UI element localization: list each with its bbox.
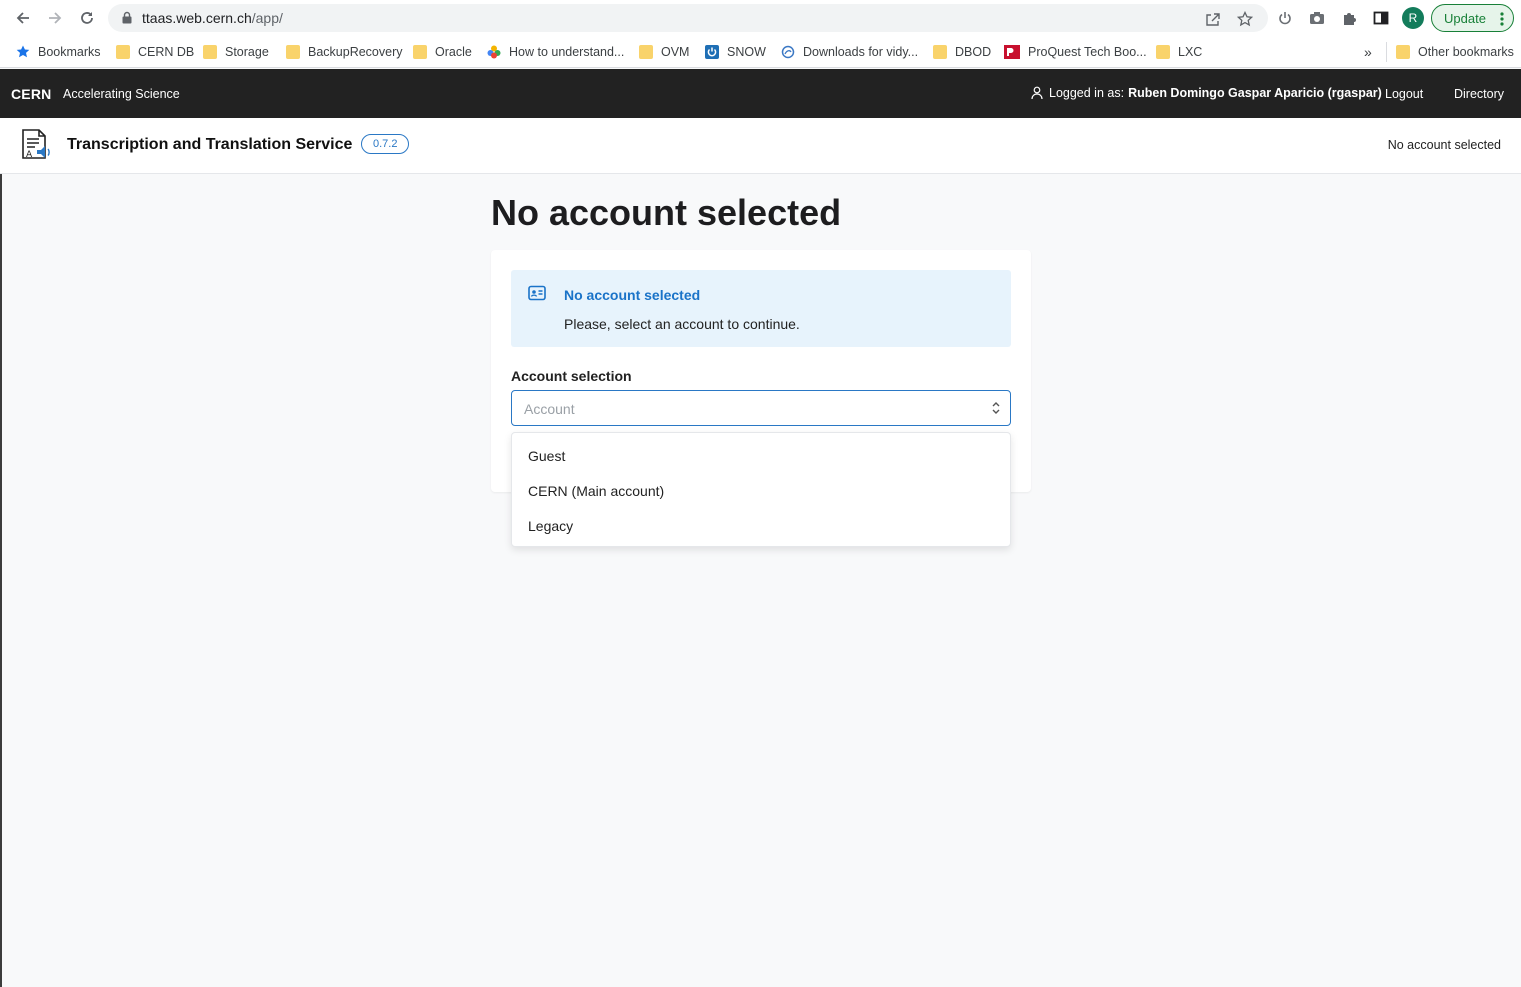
account-select-placeholder: Account: [524, 401, 575, 417]
star-icon: [16, 45, 30, 58]
dropdown-option-legacy[interactable]: Legacy: [528, 518, 573, 534]
side-panel-icon[interactable]: [1372, 9, 1390, 27]
cern-toolbar: CERN Accelerating Science Logged in as: …: [0, 69, 1521, 118]
folder-icon: [639, 45, 653, 59]
account-select[interactable]: Account: [511, 390, 1011, 426]
more-vertical-icon: [1500, 11, 1504, 30]
info-alert: No account selected Please, select an ac…: [511, 270, 1011, 347]
bookmark-item[interactable]: Downloads for vidy...: [781, 43, 918, 61]
select-caret-icon: [991, 401, 1001, 420]
bookmark-item[interactable]: Storage: [203, 43, 269, 61]
bookmark-item[interactable]: ProQuest Tech Boo...: [1004, 43, 1147, 61]
power-icon: [705, 45, 719, 59]
account-dropdown-menu: Guest CERN (Main account) Legacy: [511, 432, 1011, 547]
profile-avatar[interactable]: R: [1402, 7, 1424, 29]
bookmarks-bar: Bookmarks CERN DB Storage BackupRecovery…: [0, 36, 1521, 68]
update-button[interactable]: Update: [1431, 4, 1514, 32]
directory-link[interactable]: Directory: [1454, 87, 1504, 101]
bookmark-item[interactable]: OVM: [639, 43, 689, 61]
dropdown-option-cern-main[interactable]: CERN (Main account): [528, 483, 664, 499]
star-bookmark-icon[interactable]: [1236, 10, 1254, 28]
folder-icon: [1396, 45, 1410, 59]
forward-arrow-icon[interactable]: [45, 8, 65, 28]
cern-logo[interactable]: CERN: [11, 86, 51, 102]
bookmark-item[interactable]: Bookmarks: [16, 43, 101, 61]
bookmarks-overflow-chevron-icon[interactable]: »: [1364, 43, 1372, 61]
address-bar[interactable]: ttaas.web.cern.ch/app/: [108, 4, 1268, 32]
bookmark-item[interactable]: CERN DB: [116, 43, 194, 61]
folder-icon: [286, 45, 300, 59]
reload-icon[interactable]: [77, 8, 97, 28]
bookmark-divider: [1386, 42, 1387, 62]
cern-tagline: Accelerating Science: [63, 87, 180, 101]
app-header: A Transcription and Translation Service …: [0, 118, 1521, 174]
lock-icon: [122, 11, 132, 29]
folder-icon: [1156, 45, 1170, 59]
account-selection-label: Account selection: [511, 368, 632, 384]
power-icon[interactable]: [1276, 9, 1294, 27]
account-status: No account selected: [1387, 138, 1501, 152]
url-text: ttaas.web.cern.ch/app/: [142, 10, 283, 26]
bookmark-item[interactable]: DBOD: [933, 43, 991, 61]
version-badge: 0.7.2: [361, 134, 410, 154]
alert-message: Please, select an account to continue.: [564, 316, 800, 332]
folder-icon: [413, 45, 427, 59]
bookmark-item[interactable]: LXC: [1156, 43, 1202, 61]
user-icon: [1031, 86, 1043, 100]
bookmark-item[interactable]: SNOW: [705, 43, 766, 61]
swirl-icon: [781, 45, 795, 59]
app-title[interactable]: Transcription and Translation Service: [67, 136, 352, 154]
logout-link[interactable]: Logout: [1385, 87, 1423, 101]
bookmark-item[interactable]: Oracle: [413, 43, 472, 61]
folder-icon: [116, 45, 130, 59]
transcription-logo-icon[interactable]: A: [19, 128, 53, 162]
page-title: No account selected: [491, 192, 842, 233]
bookmark-item[interactable]: BackupRecovery: [286, 43, 403, 61]
svg-text:A: A: [26, 150, 33, 160]
folder-icon: [933, 45, 947, 59]
browser-toolbar: ttaas.web.cern.ch/app/ R Update: [0, 0, 1521, 36]
proquest-icon: [1004, 45, 1020, 59]
bookmark-item[interactable]: How to understand...: [487, 43, 624, 61]
logged-in-user: Logged in as: Ruben Domingo Gaspar Apari…: [1031, 86, 1382, 100]
alert-heading: No account selected: [564, 287, 701, 303]
camera-icon[interactable]: [1308, 9, 1326, 27]
id-card-icon: [528, 285, 546, 306]
dropdown-option-guest[interactable]: Guest: [528, 448, 565, 464]
other-bookmarks[interactable]: Other bookmarks: [1396, 43, 1514, 61]
folder-icon: [203, 45, 217, 59]
share-icon[interactable]: [1204, 10, 1222, 28]
flower-icon: [487, 45, 501, 59]
extensions-puzzle-icon[interactable]: [1340, 9, 1358, 27]
window-edge: [0, 174, 2, 987]
back-arrow-icon[interactable]: [13, 8, 33, 28]
